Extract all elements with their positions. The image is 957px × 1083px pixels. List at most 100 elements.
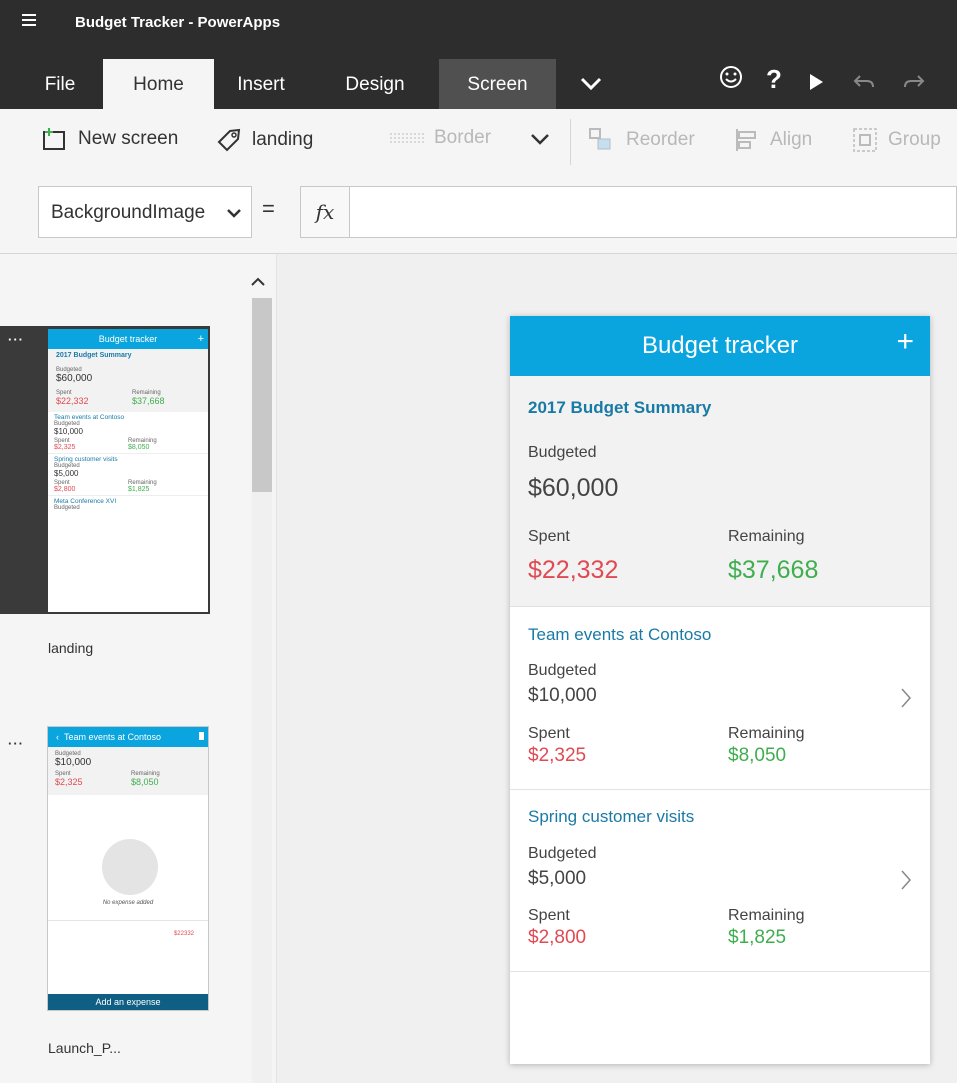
thumb-item-row: Spent $2,325 Remaining $8,050 — [54, 438, 202, 451]
tab-design[interactable]: Design — [330, 59, 420, 109]
group-icon — [853, 128, 877, 152]
thumb-budgeted-value: $60,000 — [56, 373, 93, 384]
fx-button[interactable]: fx — [300, 186, 350, 238]
app-title: Budget Tracker - PowerApps — [75, 14, 281, 31]
align-button[interactable]: Align — [734, 127, 812, 153]
thumb-item-budgeted: $10,000 — [54, 427, 83, 436]
new-screen-icon — [43, 128, 65, 150]
item-title: Spring customer visits — [528, 807, 695, 826]
undo-icon[interactable] — [852, 70, 876, 98]
border-label: Border — [434, 127, 492, 148]
item-budgeted-value: $10,000 — [528, 685, 597, 706]
item-budgeted-value: $5,000 — [528, 868, 587, 889]
property-dropdown[interactable]: BackgroundImage — [38, 186, 252, 238]
redo-icon[interactable] — [902, 70, 926, 98]
screen-name-label: landing — [252, 129, 314, 150]
border-dropdown-chevron-icon[interactable] — [530, 133, 550, 145]
help-icon[interactable]: ? — [766, 64, 782, 95]
toolbar: New screen landing Border Reorder Align … — [0, 109, 957, 176]
budgeted-label: Budgeted — [528, 444, 597, 461]
chevron-right-icon[interactable] — [900, 687, 912, 715]
thumb2-no-expense: No expense added — [102, 900, 154, 906]
pane-divider[interactable] — [276, 254, 291, 1083]
thumb2-summary: Budgeted $10,000 Spent $2,325 Remaining $8… — [48, 747, 208, 795]
more-options-icon[interactable]: ··· — [8, 332, 24, 347]
plus-icon[interactable]: + — [896, 325, 914, 359]
landing-thumbnail-label[interactable]: landing — [48, 640, 93, 656]
reorder-button[interactable]: Reorder — [588, 127, 695, 153]
item-remaining-label: Remaining — [728, 907, 805, 924]
budgeted-value: $60,000 — [528, 474, 619, 502]
formula-input[interactable] — [350, 186, 957, 238]
spent-value: $22,332 — [528, 556, 619, 584]
item-budgeted-label: Budgeted — [528, 662, 597, 679]
remaining-label: Remaining — [728, 528, 805, 545]
new-screen-button[interactable]: New screen — [42, 127, 178, 151]
hamburger-menu-icon[interactable] — [22, 14, 36, 26]
item-spent-label: Spent — [528, 907, 570, 924]
tab-file[interactable]: File — [30, 59, 90, 109]
align-icon — [736, 129, 756, 151]
landing-screen-preview[interactable]: Budget tracker + 2017 Budget Summary Bud… — [510, 316, 930, 1064]
thumb-summary-title: 2017 Budget Summary — [56, 352, 132, 359]
thumb2-divider — [48, 920, 208, 921]
thumb2-spent-row: Spent $2,325 Remaining $8,050 — [55, 771, 201, 787]
smiley-icon[interactable] — [718, 64, 744, 97]
item-spent-value: $2,800 — [528, 927, 587, 948]
item-remaining-value: $8,050 — [728, 745, 787, 766]
equals-sign: = — [262, 196, 275, 221]
item-remaining-label: Remaining — [728, 725, 805, 742]
play-icon[interactable] — [808, 70, 824, 98]
list-item[interactable]: Team events at Contoso Budgeted $10,000 … — [510, 607, 930, 790]
thumb-spent-row: Spent $22,332 Remaining $37,668 — [56, 390, 200, 406]
thumb2-spent-value: $2,325 — [55, 777, 83, 787]
launch-thumbnail[interactable]: ‹ Team events at Contoso Budgeted $10,00… — [47, 726, 209, 1011]
list-item[interactable]: Spring customer visits Budgeted $5,000 S… — [510, 789, 930, 972]
thumb-item-title: Meta Conference XVI — [54, 498, 117, 505]
placeholder-circle — [102, 839, 158, 895]
tab-screen[interactable]: Screen — [439, 59, 556, 109]
thumb-item-title: Team events at Contoso — [54, 414, 125, 421]
reorder-icon — [589, 128, 611, 150]
thumb-summary: 2017 Budget Summary Budgeted $60,000 Spe… — [48, 349, 208, 412]
thumb2-header-title: Team events at Contoso — [64, 732, 162, 742]
thumb2-header: ‹ Team events at Contoso — [48, 727, 208, 747]
item-spent-value: $2,325 — [528, 745, 587, 766]
chevron-right-icon[interactable] — [900, 869, 912, 897]
align-label: Align — [770, 129, 813, 150]
tab-insert[interactable]: Insert — [226, 59, 296, 109]
more-options-icon[interactable]: ··· — [8, 736, 24, 751]
thumb2-remaining-value: $8,050 — [131, 777, 159, 787]
property-dropdown-value: BackgroundImage — [51, 202, 206, 223]
group-label: Group — [888, 129, 941, 150]
landing-thumbnail[interactable]: Budget tracker + 2017 Budget Summary Bud… — [48, 329, 208, 612]
summary-title: 2017 Budget Summary — [528, 398, 712, 417]
scroll-up-icon[interactable] — [251, 270, 265, 293]
border-button[interactable]: Border — [390, 127, 491, 149]
app-header: Budget tracker + — [510, 316, 930, 376]
thumb-item-budgeted: $5,000 — [54, 469, 79, 478]
delete-icon — [199, 732, 204, 740]
thumb-remaining-value: $37,668 — [132, 396, 165, 406]
tab-home[interactable]: Home — [103, 59, 214, 109]
scrollbar-thumb[interactable] — [252, 298, 272, 492]
chevron-down-icon[interactable] — [580, 70, 602, 98]
screen-name-button[interactable]: landing — [216, 127, 313, 153]
thumb-item-row: Spent $2,800 Remaining $1,825 — [54, 480, 202, 493]
group-button[interactable]: Group — [852, 127, 941, 153]
toolbar-divider — [570, 119, 571, 165]
thumb2-add-expense-button: Add an expense — [48, 994, 208, 1010]
remaining-value: $37,668 — [728, 556, 819, 584]
chevron-down-icon — [227, 187, 241, 239]
thumb-plus-icon: + — [197, 333, 204, 345]
thumb-item: Team events at Contoso Budgeted $10,000 … — [48, 412, 208, 454]
ribbon-tabs: File Home Insert Design Screen ? — [0, 50, 957, 109]
new-screen-label: New screen — [78, 128, 179, 149]
reorder-label: Reorder — [626, 129, 695, 150]
tag-icon — [217, 128, 241, 152]
thumb-item: Spring customer visits Budgeted $5,000 S… — [48, 454, 208, 496]
item-spent-label: Spent — [528, 725, 570, 742]
budget-summary: 2017 Budget Summary Budgeted $60,000 Spe… — [510, 376, 930, 607]
launch-thumbnail-label[interactable]: Launch_P... — [48, 1040, 121, 1056]
item-budgeted-label: Budgeted — [528, 845, 597, 862]
